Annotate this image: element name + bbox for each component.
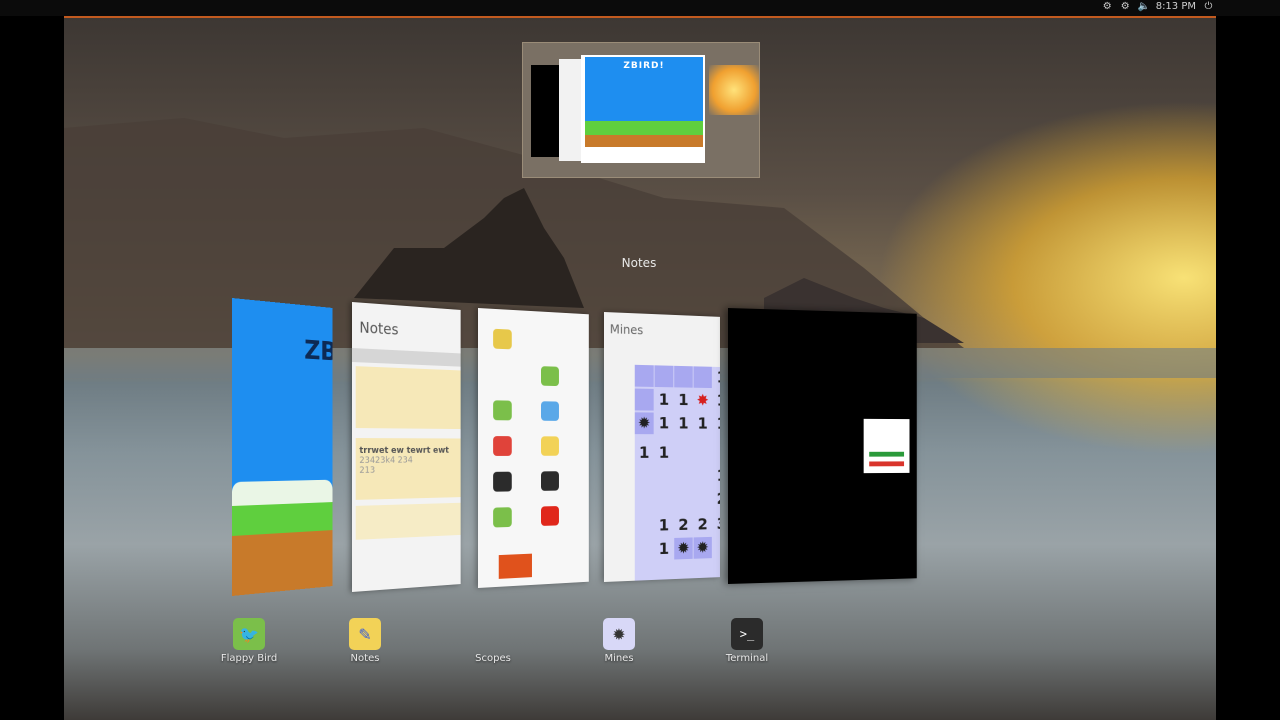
focused-window-label: Notes xyxy=(621,256,657,270)
notes-toolbar xyxy=(352,348,461,367)
thumbnail-dirt xyxy=(585,135,703,147)
indicators: ⚙ ⚙ 🔈 8:13 PM ⏻ xyxy=(1102,1,1214,12)
app-icon[interactable] xyxy=(493,364,512,385)
mine-icon[interactable]: ✹ xyxy=(693,536,712,559)
clock[interactable]: 8:13 PM xyxy=(1156,1,1196,12)
mine-cell[interactable] xyxy=(693,366,712,389)
mine-cell[interactable]: 1 xyxy=(713,367,720,389)
mine-icon[interactable]: ✹ xyxy=(634,412,654,435)
dock-item-notes[interactable]: ✎ Notes xyxy=(330,618,400,664)
window-dock: 🐦 Flappy Bird ✎ Notes Scopes ✹ Mines >_ … xyxy=(64,614,1216,674)
mines-header: Mines xyxy=(609,322,644,338)
power-icon[interactable]: ⏻ xyxy=(1203,1,1214,12)
app-icon[interactable] xyxy=(493,471,512,492)
note-card[interactable]: trrwet ew tewrt ewt 23423k4 234 213 xyxy=(355,438,461,500)
thumbnail-grass xyxy=(585,121,703,135)
dock-item-terminal[interactable]: >_ Terminal xyxy=(712,618,782,664)
app-icon[interactable] xyxy=(541,471,559,491)
window-scopes[interactable] xyxy=(478,308,589,588)
dialog-confirm-button[interactable] xyxy=(869,451,905,457)
scopes-action-button[interactable] xyxy=(498,553,532,579)
terminal-icon: >_ xyxy=(731,618,763,650)
flappy-title: ZB xyxy=(304,333,333,367)
dock-item-mines[interactable]: ✹ Mines xyxy=(584,618,654,664)
pencil-icon: ✎ xyxy=(349,618,381,650)
app-icon[interactable] xyxy=(541,366,559,387)
note-card[interactable] xyxy=(355,366,461,430)
desktop-spread-view: ZBIRD! Notes ZB Notes trrwet ew tewrt ew… xyxy=(64,18,1216,720)
mine-cell[interactable]: 1 xyxy=(655,413,674,435)
window-terminal[interactable] xyxy=(728,308,917,584)
terminal-dialog[interactable] xyxy=(863,418,910,474)
window-flappy-bird[interactable]: ZB xyxy=(232,298,333,596)
mine-cell[interactable]: 1 xyxy=(713,390,720,411)
mine-cell[interactable] xyxy=(634,364,654,387)
mine-cell[interactable]: 1 xyxy=(713,465,720,486)
note-text: trrwet ew tewrt ewt xyxy=(359,446,449,456)
mine-cell[interactable]: 1 xyxy=(655,442,674,464)
thumbnail-title: ZBIRD! xyxy=(623,61,665,71)
mine-cell[interactable]: 1 xyxy=(655,538,674,560)
volume-icon[interactable]: 🔈 xyxy=(1138,1,1150,12)
app-icon[interactable] xyxy=(493,436,512,456)
mine-cell[interactable] xyxy=(654,365,674,388)
mine-cell[interactable]: 1 xyxy=(655,389,674,411)
note-text: 213 xyxy=(359,465,376,476)
thumbnail-window xyxy=(531,65,561,157)
mine-cell[interactable]: 2 xyxy=(674,514,692,536)
top-panel: ⚙ ⚙ 🔈 8:13 PM ⏻ xyxy=(0,0,1280,16)
scopes-app-grid xyxy=(493,328,587,536)
mine-cell[interactable]: 1 xyxy=(674,413,692,435)
mine-cell[interactable]: 1 xyxy=(674,389,692,411)
window-notes[interactable]: Notes trrwet ew tewrt ewt 23423k4 234 21… xyxy=(352,302,461,592)
mine-cell[interactable] xyxy=(674,365,693,388)
mine-cell[interactable]: 1 xyxy=(655,515,674,537)
app-icon[interactable] xyxy=(541,331,559,352)
note-card[interactable] xyxy=(355,502,461,540)
network-icon[interactable]: ⚙ xyxy=(1120,1,1131,12)
mine-cell[interactable]: 2 xyxy=(694,514,712,536)
app-icon[interactable] xyxy=(493,400,512,421)
settings-icon[interactable]: ⚙ xyxy=(1102,1,1113,12)
mine-cell[interactable]: 1 xyxy=(635,442,654,464)
window-mines[interactable]: Mines 1 1 1 ✸ 1 ✹ 1 1 1 1 1 1 1 2 1 2 2 … xyxy=(604,312,720,582)
app-icon[interactable] xyxy=(493,328,512,350)
app-icon[interactable] xyxy=(541,436,559,456)
mine-icon[interactable]: ✹ xyxy=(674,537,693,560)
mine-cell[interactable]: 1 xyxy=(713,413,720,434)
notes-header: Notes xyxy=(359,318,399,339)
mine-cell[interactable]: 3 xyxy=(713,513,720,535)
mines-board[interactable]: 1 1 1 ✸ 1 ✹ 1 1 1 1 1 1 1 2 1 2 2 3 1 ✹ … xyxy=(634,364,720,581)
dock-item-label: Notes xyxy=(350,653,380,664)
mine-cell[interactable]: 2 xyxy=(713,488,720,509)
flappy-dirt xyxy=(232,530,333,596)
workspace-thumbnail[interactable]: ZBIRD! xyxy=(522,42,760,178)
mine-cell[interactable]: 1 xyxy=(694,413,712,434)
mine-flag-icon[interactable]: ✸ xyxy=(694,390,712,412)
mine-icon: ✹ xyxy=(603,618,635,650)
dock-item-scopes[interactable]: Scopes xyxy=(458,618,528,664)
bird-icon: 🐦 xyxy=(233,618,265,650)
dialog-cancel-button[interactable] xyxy=(869,461,905,467)
dock-item-label: Mines xyxy=(604,653,634,664)
thumbnail-sun xyxy=(709,65,759,115)
app-icon[interactable] xyxy=(541,506,559,526)
app-icon[interactable] xyxy=(541,401,559,421)
dock-item-label: Terminal xyxy=(725,653,769,664)
scopes-icon xyxy=(477,618,509,650)
dock-item-label: Scopes xyxy=(475,653,511,664)
thumbnail-window xyxy=(559,59,583,161)
app-icon[interactable] xyxy=(493,507,512,528)
dock-item-label: Flappy Bird xyxy=(220,653,278,664)
dock-item-flappy-bird[interactable]: 🐦 Flappy Bird xyxy=(214,618,284,664)
mine-cell[interactable] xyxy=(634,388,654,411)
